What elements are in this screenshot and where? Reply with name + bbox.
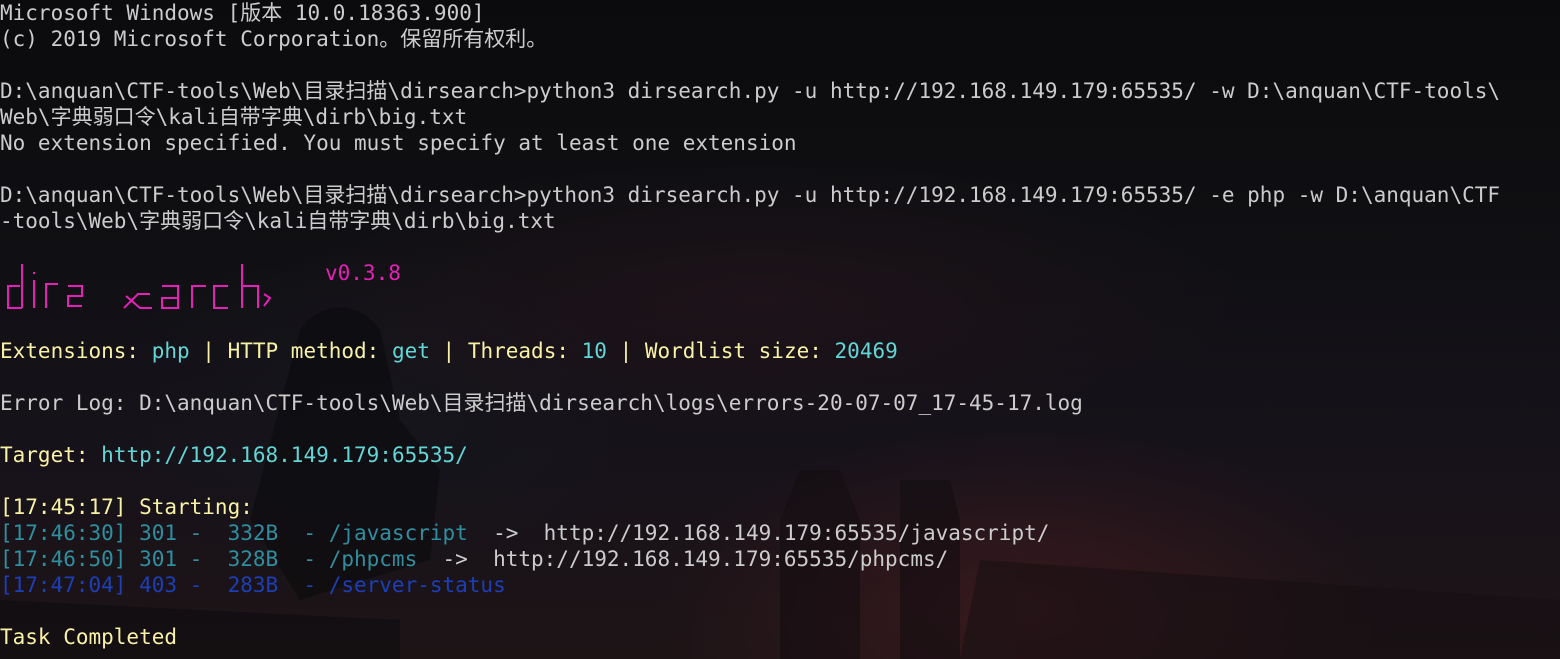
scan-starting: [17:45:17] Starting: (0, 495, 253, 519)
copyright-line: (c) 2019 Microsoft Corporation。保留所有权利。 (0, 27, 548, 51)
dirsearch-logo (7, 264, 272, 309)
separator: | (189, 339, 228, 363)
wordlist-size-value: 20469 (834, 339, 898, 363)
http-method-value: get (391, 339, 430, 363)
result-row: [17:47:04] 403 - 283B - /server-status (0, 572, 506, 598)
command-line-1-wrap: Web\字典弱口令\kali自带字典\dirb\big.txt (0, 105, 468, 129)
command-line-2-wrap: -tools\Web\字典弱口令\kali自带字典\dirb\big.txt (0, 209, 556, 233)
threads-label: Threads: (467, 339, 582, 363)
extensions-value: php (151, 339, 190, 363)
separator: | (429, 339, 468, 363)
result-redirect: -> http://192.168.149.179:65535/phpcms/ (417, 547, 949, 571)
result-status: [17:46:30] 301 - 332B - /javascript (0, 521, 468, 545)
target-line: Target: http://192.168.149.179:65535/ (0, 442, 468, 468)
result-redirect: -> http://192.168.149.179:65535/javascri… (467, 521, 1050, 545)
no-extension-error: No extension specified. You must specify… (0, 131, 797, 155)
error-log-path: Error Log: D:\anquan\CTF-tools\Web\目录扫描\… (0, 391, 1083, 415)
version-label: v0.3.8 (325, 261, 401, 285)
command-line-2: D:\anquan\CTF-tools\Web\目录扫描\dirsearch>p… (0, 183, 1501, 207)
separator: | (606, 339, 645, 363)
os-version-line: Microsoft Windows [版本 10.0.18363.900] (0, 1, 485, 25)
target-label: Target: (0, 443, 102, 467)
result-row: [17:46:30] 301 - 332B - /javascript -> h… (0, 520, 1049, 546)
command-line-1: D:\anquan\CTF-tools\Web\目录扫描\dirsearch>p… (0, 79, 1501, 103)
extensions-label: Extensions: (0, 339, 152, 363)
config-summary-line: Extensions: php | HTTP method: get | Thr… (0, 338, 898, 364)
result-status: [17:47:04] 403 - 283B - /server-status (0, 573, 506, 597)
http-method-label: HTTP method: (227, 339, 392, 363)
threads-value: 10 (581, 339, 607, 363)
wordlist-size-label: Wordlist size: (644, 339, 835, 363)
target-url: http://192.168.149.179:65535/ (101, 443, 468, 467)
result-status: [17:46:50] 301 - 328B - /phpcms (0, 547, 418, 571)
terminal-window[interactable]: Microsoft Windows [版本 10.0.18363.900] (c… (0, 0, 1560, 659)
result-row: [17:46:50] 301 - 328B - /phpcms -> http:… (0, 546, 948, 572)
task-completed: Task Completed (0, 625, 178, 649)
